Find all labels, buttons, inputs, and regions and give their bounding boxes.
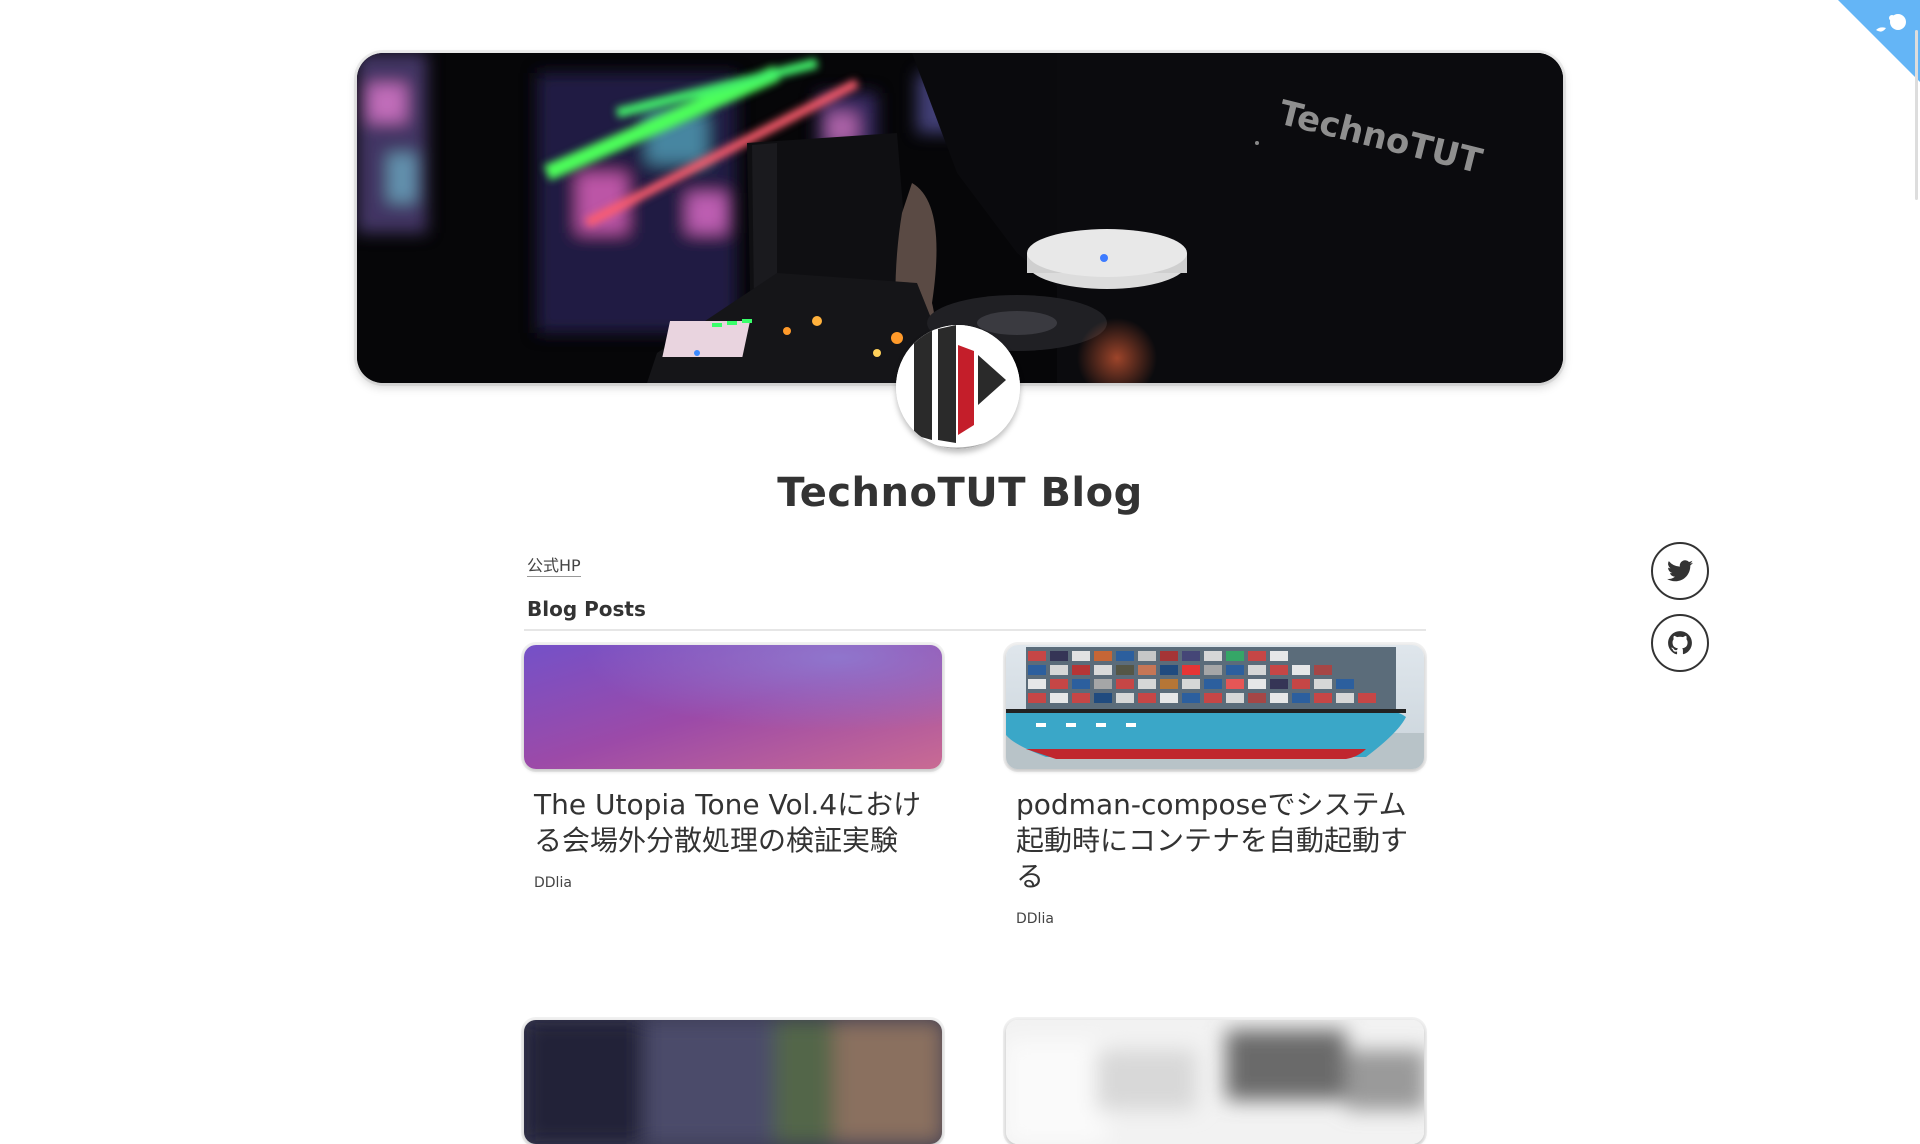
post-card[interactable] [1006, 1020, 1428, 1144]
post-card[interactable]: podman-composeでシステム起動時にコンテナを自動起動する DDlia [1006, 645, 1428, 927]
github-icon [1668, 631, 1692, 655]
github-corner-icon[interactable] [1838, 0, 1920, 82]
post-author: DDlia [1016, 911, 1054, 927]
section-divider [524, 629, 1426, 631]
post-card[interactable] [524, 1020, 946, 1144]
twitter-button[interactable] [1651, 542, 1709, 600]
site-title: TechnoTUT Blog [777, 470, 1143, 516]
post-cover[interactable] [1006, 1020, 1424, 1144]
post-cover[interactable] [524, 645, 942, 769]
post-card[interactable]: The Utopia Tone Vol.4における会場外分散処理の検証実験 DD… [524, 645, 946, 891]
section-title: Blog Posts [527, 597, 646, 621]
post-title[interactable]: podman-composeでシステム起動時にコンテナを自動起動する [1016, 787, 1416, 895]
post-cover[interactable] [524, 1020, 942, 1144]
official-hp-link[interactable]: 公式HP [527, 556, 581, 577]
scrollbar[interactable] [1915, 30, 1918, 200]
post-title[interactable]: The Utopia Tone Vol.4における会場外分散処理の検証実験 [534, 787, 934, 859]
github-button[interactable] [1651, 614, 1709, 672]
post-cover[interactable] [1006, 645, 1424, 769]
technotut-logo-icon [896, 325, 1020, 449]
post-author: DDlia [534, 875, 572, 891]
twitter-icon [1667, 560, 1693, 582]
